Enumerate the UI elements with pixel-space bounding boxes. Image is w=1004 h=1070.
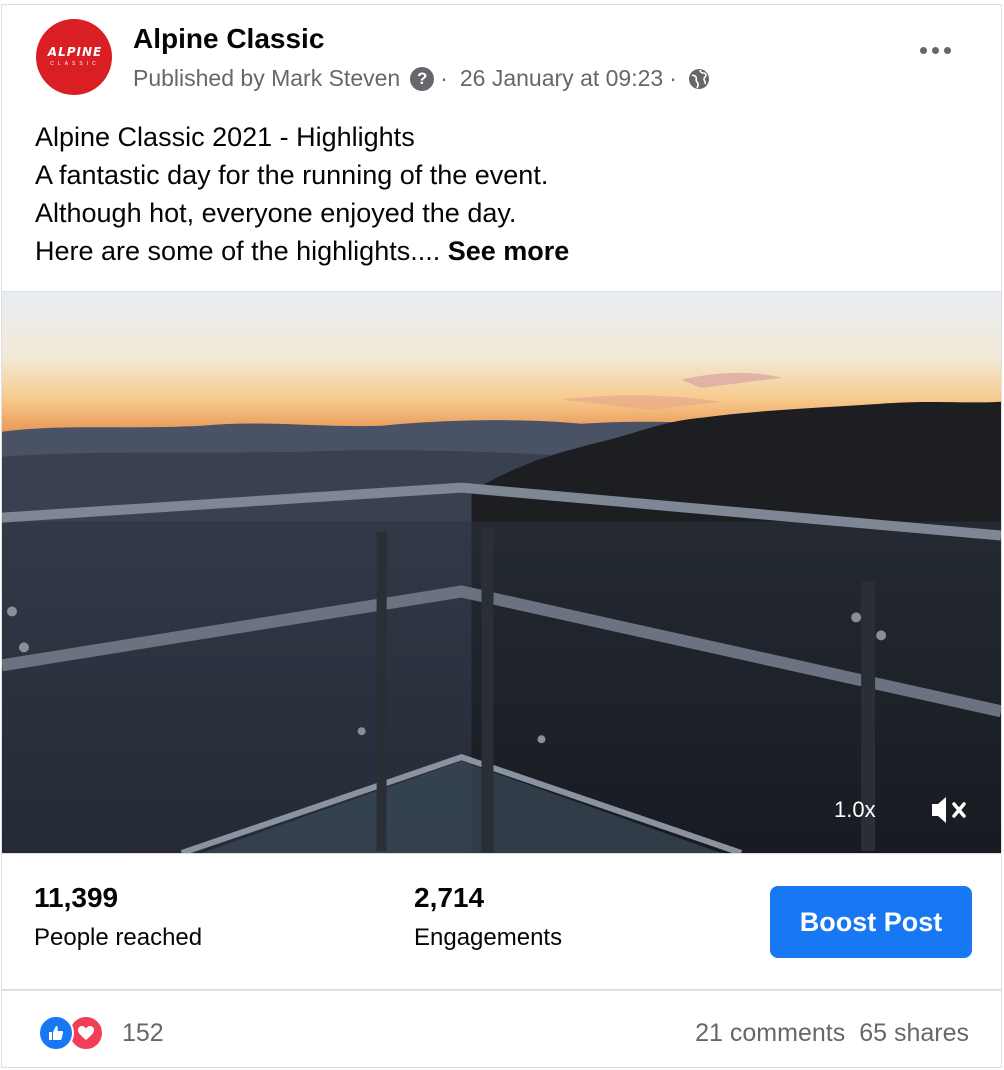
engagement-counts: 21 comments 65 shares	[695, 1019, 969, 1048]
published-by-label: Published by Mark Steven	[133, 65, 401, 91]
post-caption: Alpine Classic 2021 - Highlights A fanta…	[35, 118, 569, 270]
page-avatar[interactable]: ALPINE CLASSIC	[36, 19, 112, 95]
question-circle-icon[interactable]: ?	[410, 66, 435, 91]
page-name-link[interactable]: Alpine Classic	[133, 23, 324, 55]
more-options-icon[interactable]	[920, 47, 951, 54]
reactions-count: 152	[122, 1018, 164, 1047]
boost-post-button[interactable]: Boost Post	[770, 886, 972, 958]
post-card: ALPINE CLASSIC Alpine Classic Published …	[1, 4, 1002, 1068]
caption-line: Here are some of the highlights....	[35, 236, 441, 266]
caption-line: Alpine Classic 2021 - Highlights	[35, 122, 415, 152]
engagements-stat[interactable]: 2,714 Engagements	[414, 882, 562, 952]
avatar-logo-subtext: CLASSIC	[50, 61, 100, 67]
people-reached-label: People reached	[34, 924, 203, 951]
video-player[interactable]: 1.0x	[2, 291, 1001, 853]
video-frame	[2, 292, 1001, 853]
avatar-logo-text: ALPINE	[47, 45, 103, 59]
people-reached-stat[interactable]: 11,399 People reached	[34, 882, 202, 952]
post-meta: Published by Mark Steven ? · 26 January …	[133, 65, 711, 92]
post-timestamp[interactable]: 26 January at 09:23	[460, 65, 663, 92]
shares-count-link[interactable]: 65 shares	[859, 1019, 969, 1048]
globe-icon[interactable]	[687, 67, 711, 91]
volume-muted-icon[interactable]	[928, 792, 972, 828]
playback-speed-button[interactable]: 1.0x	[834, 797, 876, 823]
like-icon	[38, 1015, 74, 1051]
people-reached-value: 11,399	[34, 882, 119, 913]
engagements-value: 2,714	[414, 882, 485, 913]
post-header: ALPINE CLASSIC Alpine Classic Published …	[2, 5, 1001, 105]
meta-separator: ·	[669, 65, 677, 91]
post-footer: 152 21 comments 65 shares	[2, 989, 1001, 1069]
reactions-summary[interactable]: 152	[38, 1015, 164, 1051]
caption-line: Although hot, everyone enjoyed the day.	[35, 198, 517, 228]
see-more-link[interactable]: See more	[448, 236, 570, 266]
comments-count-link[interactable]: 21 comments	[695, 1019, 845, 1048]
meta-separator: ·	[440, 65, 448, 91]
caption-line: A fantastic day for the running of the e…	[35, 160, 549, 190]
insights-bar: 11,399 People reached 2,714 Engagements …	[2, 853, 1001, 989]
caption-line-last: Here are some of the highlights.... See …	[35, 232, 569, 270]
engagements-label: Engagements	[414, 924, 563, 951]
